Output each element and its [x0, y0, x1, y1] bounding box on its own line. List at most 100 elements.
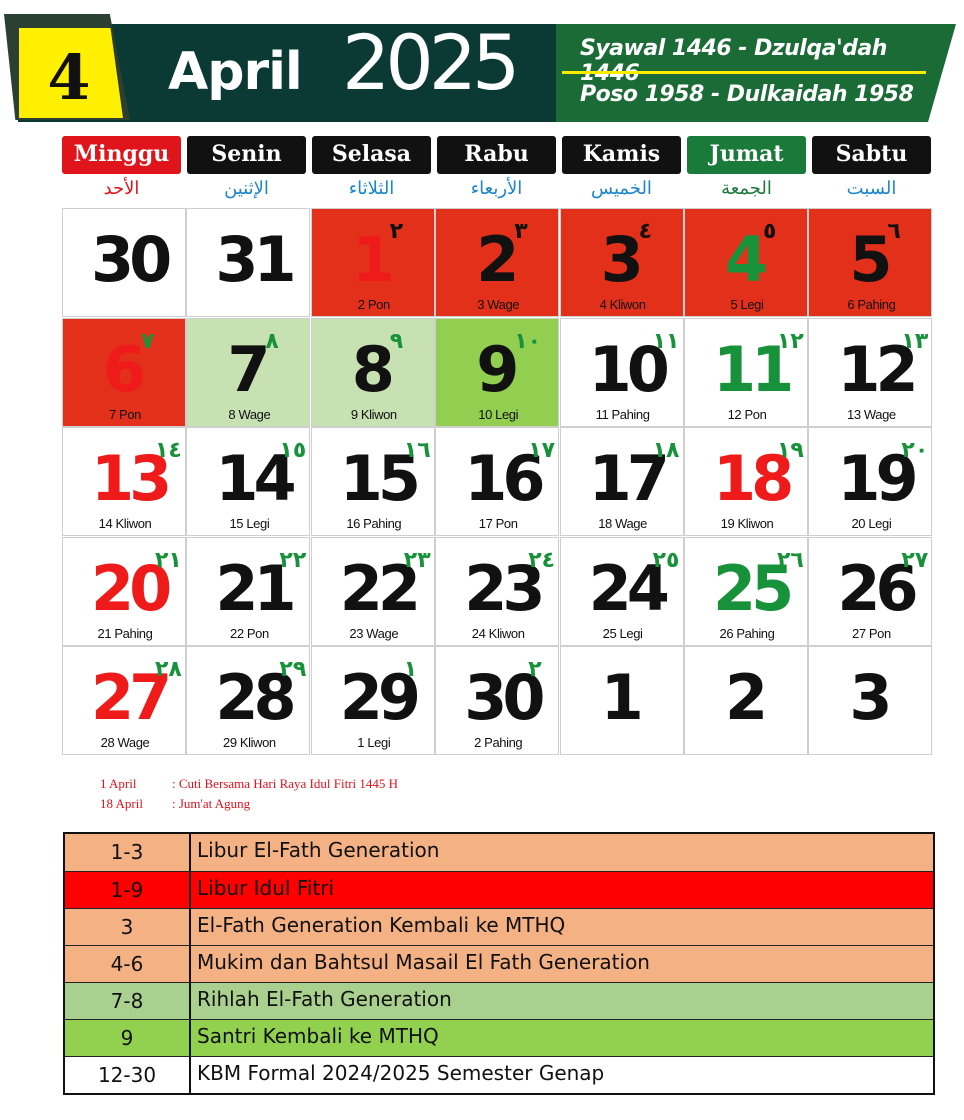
weekday-arabic-sabtu: السبت: [846, 178, 897, 199]
javanese-months: Poso 1958 - Dulkaidah 1958: [580, 82, 914, 107]
day-cell: 11 ١٢ 12 Pon: [684, 317, 808, 427]
day-cell: 20 ٢١ 21 Pahing: [62, 536, 186, 646]
hijri-day-number: ٢١: [155, 547, 182, 573]
calendar-grid: 30 31 1 ٢ 2 Pon 2 ٣ 3 Wage 3 ٤ 4 Kliwon 4 ٥ 5 Legi 5 ٦ 6…: [62, 208, 933, 758]
pasaran-label: 13 Wage: [847, 406, 896, 422]
hijri-day-number: ٢٨: [155, 657, 182, 682]
schedule-activity: Libur Idul Fitri: [197, 876, 335, 900]
hijri-day-number: ١٧: [528, 438, 556, 463]
hijri-day-number: ١٩: [777, 438, 804, 463]
schedule-dates: 9: [65, 1020, 191, 1056]
pasaran-label: 8 Wage: [228, 406, 271, 422]
weekday-selasa: Selasa: [312, 136, 431, 174]
pasaran-label: 14 Kliwon: [98, 516, 152, 531]
day-cell: 1٢ 2 Pon: [310, 208, 435, 317]
pasaran-label: 5 Legi: [730, 297, 764, 312]
hijri-day-number: ١٨: [652, 438, 680, 463]
schedule-row: 1-3 Libur El-Fath Generation: [65, 834, 933, 871]
hijri-day-number: ٢٢: [279, 547, 307, 573]
day-cell: 31: [186, 208, 311, 317]
schedule-dates: 1-9: [65, 872, 191, 908]
hijri-day-number: ٢: [389, 219, 404, 244]
schedule-row: 12-30 KBM Formal 2024/2025 Semester Genap: [65, 1056, 933, 1093]
day-cell: 1: [559, 646, 684, 755]
hijri-day-number: ١٦: [403, 438, 431, 463]
day-cell: 6٧ 7 Pon: [62, 317, 186, 427]
day-cell: 2٣ 3 Wage: [435, 208, 560, 317]
schedule-table: 1-3 Libur El-Fath Generation 1-9 Libur Idul…: [63, 832, 935, 1095]
day-cell: 15 ١٦ 16 Pahing: [310, 427, 435, 536]
day-cell: 27 ٢٨ 28 Wage: [62, 646, 186, 755]
day-number: 6: [103, 332, 146, 406]
hijri-day-number: ١٠: [514, 328, 542, 354]
day-cell: 7٨ 8 Wage: [186, 317, 311, 427]
day-cell: 24 ٢٥ 25 Legi: [559, 536, 684, 646]
weekday-arabic-senin: الإثنين: [224, 178, 269, 199]
weekday-kamis: Kamis: [562, 136, 681, 174]
pasaran-label: 24 Kliwon: [471, 625, 525, 641]
pasaran-label: 29 Kliwon: [223, 735, 276, 750]
day-cell: 18 ١٩ 19 Kliwon: [684, 427, 808, 536]
day-cell: 2: [684, 646, 808, 755]
pasaran-label: 9 Kliwon: [350, 406, 397, 422]
day-number: 5: [849, 223, 892, 296]
month-number: 4: [47, 41, 91, 114]
hijri-day-number: ٢: [528, 657, 542, 682]
day-cell: 22 ٢٣ 23 Wage: [310, 536, 435, 646]
schedule-dates: 7-8: [65, 983, 191, 1019]
hijri-day-number: ٢٥: [652, 547, 680, 573]
day-cell: 21 ٢٢ 22 Pon: [186, 536, 311, 646]
pasaran-label: 26 Pahing: [719, 625, 775, 641]
schedule-activity: Santri Kembali ke MTHQ: [197, 1024, 439, 1048]
hijri-day-number: ٢٦: [777, 547, 804, 573]
note-date: 1 April: [100, 776, 137, 791]
day-number: 2: [476, 223, 519, 296]
pasaran-label: 17 Pon: [478, 516, 518, 531]
schedule-row: 3 El-Fath Generation Kembali ke MTHQ: [65, 908, 933, 945]
day-cell: 9 ١٠ 10 Legi: [435, 317, 560, 427]
day-number: 3: [849, 661, 892, 734]
schedule-row: 4-6 Mukim dan Bahtsul Masail El Fath Gene…: [65, 945, 933, 982]
weekday-jumat: Jumat: [687, 136, 806, 174]
day-cell: 12 ١٣ 13 Wage: [808, 317, 933, 427]
weekday-arabic-rabu: الأربعاء: [470, 178, 523, 199]
day-number: 1: [600, 661, 644, 734]
hijri-day-number: ٧: [141, 328, 155, 354]
pasaran-label: 2 Pahing: [474, 735, 523, 750]
weekday-senin: Senin: [187, 136, 306, 174]
note-text: : Cuti Bersama Hari Raya Idul Fitri 1445…: [172, 776, 399, 791]
schedule-activity: Libur El-Fath Generation: [197, 838, 440, 862]
weekday-minggu: Minggu: [62, 136, 181, 174]
hijri-day-number: ٦: [887, 219, 901, 244]
hijri-day-number: ٢٩: [279, 657, 307, 682]
day-cell: 3٤ 4 Kliwon: [559, 208, 684, 317]
schedule-row: 7-8 Rihlah El-Fath Generation: [65, 982, 933, 1019]
pasaran-label: 18 Wage: [598, 516, 647, 531]
pasaran-label: 21 Pahing: [97, 625, 153, 641]
header-divider: [562, 71, 926, 74]
pasaran-label: 15 Legi: [229, 516, 270, 531]
pasaran-label: 11 Pahing: [595, 406, 650, 422]
pasaran-label: 25 Legi: [602, 625, 643, 641]
hijri-months: Syawal 1446 - Dzulqa'dah 1446: [580, 36, 887, 86]
pasaran-label: 16 Pahing: [346, 516, 402, 531]
holiday-note: 1 April : Cuti Bersama Hari Raya Idul Fit…: [100, 776, 398, 792]
day-number: 3: [600, 223, 644, 296]
day-number: 1: [351, 223, 395, 296]
schedule-row: 9 Santri Kembali ke MTHQ: [65, 1019, 933, 1056]
schedule-row: 1-9 Libur Idul Fitri: [65, 871, 933, 908]
hijri-day-number: ٩: [389, 328, 404, 354]
hijri-day-number: ٢٧: [901, 547, 929, 573]
pasaran-label: 4 Kliwon: [599, 297, 646, 312]
day-cell: 3: [808, 646, 933, 755]
pasaran-label: 22 Pon: [229, 625, 269, 641]
day-cell: 4٥ 5 Legi: [684, 208, 808, 317]
hijri-day-number: ١١: [652, 328, 680, 354]
hijri-day-number: ٢٤: [528, 547, 556, 573]
day-cell: 25 ٢٦ 26 Pahing: [684, 536, 808, 646]
day-cell: 13 ١٤ 14 Kliwon: [62, 427, 186, 536]
pasaran-label: 19 Kliwon: [720, 516, 774, 531]
day-cell: 8٩ 9 Kliwon: [310, 317, 435, 427]
hijri-day-number: ٥: [763, 219, 777, 244]
schedule-dates: 3: [65, 909, 191, 945]
